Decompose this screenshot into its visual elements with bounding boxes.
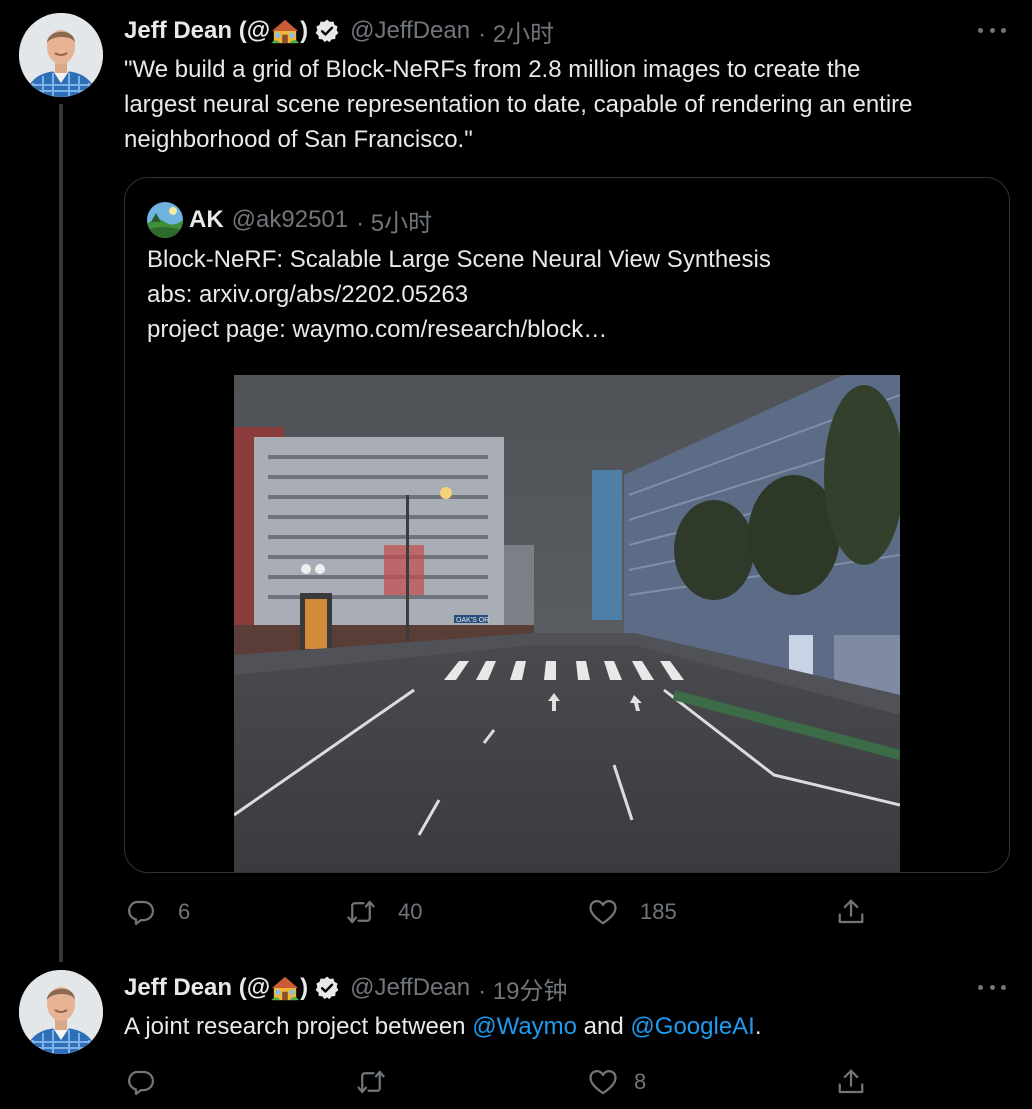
tweet-text: A joint research project between @Waymo … [124,1009,762,1044]
quote-project-link[interactable]: project page: waymo.com/research/block… [147,312,771,347]
quote-text: Block-NeRF: Scalable Large Scene Neural … [147,242,771,347]
thread-line [59,104,63,962]
like-count: 8 [634,1069,647,1094]
tweet-actions: 6 40 185 [124,892,884,932]
like-icon [588,897,618,927]
quote-author-name[interactable]: AK [189,206,224,234]
like-count: 185 [640,899,677,924]
tweet-text-line: "We build a grid of Block-NeRFs from 2.8… [124,56,861,83]
author-handle[interactable]: @JeffDean [350,974,470,1002]
more-icon[interactable] [978,20,1006,40]
tweet-text-line: neighborhood of San Francisco." [124,126,473,153]
mention-googleai[interactable]: @GoogleAI [630,1013,754,1040]
tweet-header: Jeff Dean (@) @JeffDean · 19分钟 [124,971,567,1005]
reply-icon [126,897,156,927]
retweet-icon [346,897,376,927]
retweet-button[interactable] [356,1062,386,1102]
quote-header: AK @ak92501 · 5小时 [189,202,432,238]
street-scene-image: OAK'S OR [234,375,900,872]
quote-abs-link[interactable]: abs: arxiv.org/abs/2202.05263 [147,277,771,312]
like-button[interactable]: 8 [588,1062,646,1102]
quoted-tweet[interactable]: AK @ak92501 · 5小时 Block-NeRF: Scalable L… [124,177,1010,873]
reply-button[interactable]: 6 [126,892,190,932]
timestamp[interactable]: · 2小时 [478,14,554,49]
retweet-button[interactable]: 40 [346,892,422,932]
more-icon[interactable] [978,977,1006,997]
tweet-text-part: A joint research project between [124,1013,473,1040]
retweet-icon [356,1067,386,1097]
retweet-count: 40 [398,899,423,924]
like-button[interactable]: 185 [588,892,677,932]
reply-icon [126,1067,156,1097]
house-emoji-icon [271,17,299,45]
like-icon [588,1067,618,1097]
tweet-text-line: largest neural scene representation to d… [124,91,913,118]
share-button[interactable] [836,1062,866,1102]
share-button[interactable] [836,892,866,932]
avatar[interactable] [19,970,103,1054]
verified-icon [314,18,340,44]
tweet-text-part: and [577,1013,631,1040]
quote-author-handle[interactable]: @ak92501 [232,206,348,234]
share-icon [836,897,866,927]
house-emoji-icon [271,974,299,1002]
quote-avatar[interactable] [147,202,183,238]
author-handle[interactable]: @JeffDean [350,17,470,45]
tweet-header: Jeff Dean (@) @JeffDean · 2小时 [124,14,554,48]
mention-waymo[interactable]: @Waymo [472,1013,577,1040]
avatar[interactable] [19,13,103,97]
quote-title: Block-NeRF: Scalable Large Scene Neural … [147,246,771,273]
author-name[interactable]: Jeff Dean (@) [124,17,308,46]
quote-timestamp[interactable]: · 5小时 [356,203,432,238]
author-name[interactable]: Jeff Dean (@) [124,974,308,1003]
reply-button[interactable] [126,1062,156,1102]
share-icon [836,1067,866,1097]
tweet-text: "We build a grid of Block-NeRFs from 2.8… [124,52,913,157]
quote-media-image[interactable]: OAK'S OR [234,375,900,872]
tweet-text-part: . [754,1013,762,1040]
timestamp[interactable]: · 19分钟 [478,971,567,1006]
tweet-actions: 8 [124,1062,884,1102]
reply-count: 6 [178,899,191,924]
storefront-sign: OAK'S OR [456,617,489,624]
verified-icon [314,975,340,1001]
